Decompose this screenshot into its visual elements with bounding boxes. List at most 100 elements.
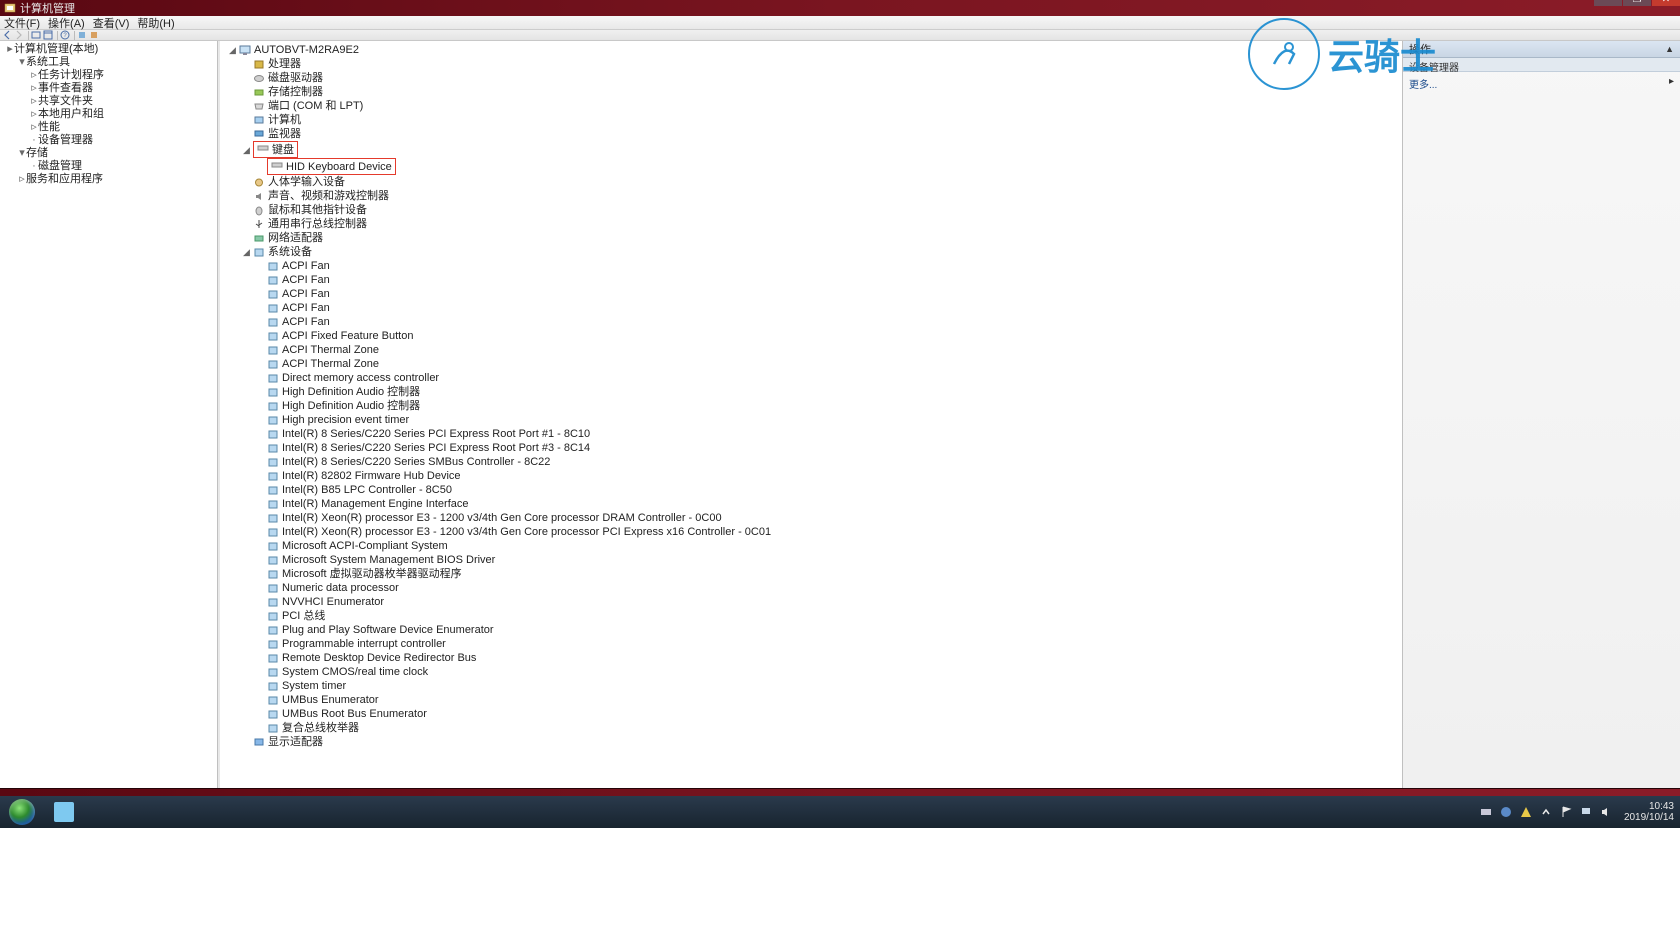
toolbar-icon[interactable] [89, 30, 99, 40]
tree-system-device-item[interactable]: Intel(R) Xeon(R) processor E3 - 1200 v3/… [228, 525, 1402, 539]
tree-system-device-item[interactable]: Intel(R) 8 Series/C220 Series PCI Expres… [228, 427, 1402, 441]
tree-system-device-item[interactable]: Plug and Play Software Device Enumerator [228, 623, 1402, 637]
tree-system-device-item[interactable]: System CMOS/real time clock [228, 665, 1402, 679]
tree-processors[interactable]: 处理器 [228, 57, 1402, 71]
tree-system-device-item[interactable]: Intel(R) 82802 Firmware Hub Device [228, 469, 1402, 483]
tree-system-devices[interactable]: ◢系统设备 [228, 245, 1402, 259]
volume-icon[interactable] [1599, 805, 1613, 819]
tree-system-device-item[interactable]: ACPI Fixed Feature Button [228, 329, 1402, 343]
device-icon [267, 555, 279, 566]
tree-sound[interactable]: 声音、视频和游戏控制器 [228, 189, 1402, 203]
nav-disk-management[interactable]: ·磁盘管理 [0, 160, 217, 173]
menu-help[interactable]: 帮助(H) [137, 15, 174, 31]
tree-hid-devices[interactable]: 人体学输入设备 [228, 175, 1402, 189]
toolbar-icon[interactable] [43, 30, 53, 40]
window-controls: ─ ❐ ✕ [1593, 0, 1680, 6]
tree-mouse[interactable]: 鼠标和其他指针设备 [228, 203, 1402, 217]
tree-system-device-item[interactable]: UMBus Root Bus Enumerator [228, 707, 1402, 721]
tree-system-device-item[interactable]: Numeric data processor [228, 581, 1402, 595]
tree-system-device-item[interactable]: Intel(R) B85 LPC Controller - 8C50 [228, 483, 1402, 497]
tree-system-device-item[interactable]: Remote Desktop Device Redirector Bus [228, 651, 1402, 665]
tree-root[interactable]: ◢AUTOBVT-M2RA9E2 [228, 43, 1402, 57]
network-tray-icon[interactable] [1579, 805, 1593, 819]
nav-storage[interactable]: ▾存储 [0, 147, 217, 160]
tree-system-device-item[interactable]: ACPI Fan [228, 301, 1402, 315]
nav-services[interactable]: ▹服务和应用程序 [0, 173, 217, 186]
tree-system-device-item[interactable]: UMBus Enumerator [228, 693, 1402, 707]
tree-label: AUTOBVT-M2RA9E2 [254, 43, 359, 57]
tree-label: 声音、视频和游戏控制器 [268, 189, 389, 203]
device-icon [267, 597, 279, 608]
tree-system-device-item[interactable]: Programmable interrupt controller [228, 637, 1402, 651]
nav-performance[interactable]: ▹性能 [0, 121, 217, 134]
nav-task-scheduler[interactable]: ▹任务计划程序 [0, 69, 217, 82]
nav-event-viewer[interactable]: ▹事件查看器 [0, 82, 217, 95]
tree-system-device-item[interactable]: Intel(R) Xeon(R) processor E3 - 1200 v3/… [228, 511, 1402, 525]
tray-up-icon[interactable] [1539, 805, 1553, 819]
flag-icon[interactable] [1559, 805, 1573, 819]
tree-label: Plug and Play Software Device Enumerator [282, 623, 494, 637]
tree-system-device-item[interactable]: NVVHCI Enumerator [228, 595, 1402, 609]
nav-local-users[interactable]: ▹本地用户和组 [0, 108, 217, 121]
tray-icon[interactable] [1499, 805, 1513, 819]
tree-system-device-item[interactable]: 复合总线枚举器 [228, 721, 1402, 735]
taskbar-clock[interactable]: 10:43 2019/10/14 [1624, 801, 1674, 823]
tree-label: 网络适配器 [268, 231, 323, 245]
tree-system-device-item[interactable]: Microsoft 虚拟驱动器枚举器驱动程序 [228, 567, 1402, 581]
device-icon [267, 401, 279, 412]
tree-system-device-item[interactable]: ACPI Fan [228, 273, 1402, 287]
toolbar-icon[interactable] [77, 30, 87, 40]
menu-view[interactable]: 查看(V) [93, 15, 130, 31]
tree-system-device-item[interactable]: High precision event timer [228, 413, 1402, 427]
menu-action[interactable]: 操作(A) [48, 15, 85, 31]
nav-back-icon[interactable] [2, 30, 12, 40]
tree-system-device-item[interactable]: High Definition Audio 控制器 [228, 399, 1402, 413]
tree-display-adapters[interactable]: 显示适配器 [228, 735, 1402, 749]
tree-computer[interactable]: 计算机 [228, 113, 1402, 127]
collapse-icon[interactable]: ▲ [1665, 44, 1674, 54]
nav-root[interactable]: ▸计算机管理(本地) [0, 43, 217, 56]
tree-system-device-item[interactable]: High Definition Audio 控制器 [228, 385, 1402, 399]
nav-forward-icon[interactable] [14, 30, 24, 40]
maximize-button[interactable]: ❐ [1623, 0, 1651, 6]
tree-monitors[interactable]: 监视器 [228, 127, 1402, 141]
tree-label: 监视器 [268, 127, 301, 141]
tree-system-device-item[interactable]: Intel(R) 8 Series/C220 Series SMBus Cont… [228, 455, 1402, 469]
tree-label: Numeric data processor [282, 581, 399, 595]
nav-system-tools[interactable]: ▾系统工具 [0, 56, 217, 69]
menu-file[interactable]: 文件(F) [4, 15, 40, 31]
toolbar-icon[interactable] [31, 30, 41, 40]
close-button[interactable]: ✕ [1652, 0, 1680, 6]
tree-keyboards[interactable]: ◢键盘 [228, 141, 1402, 158]
tree-hid-keyboard[interactable]: HID Keyboard Device [228, 158, 1402, 175]
taskbar-pinned-app[interactable] [44, 798, 84, 826]
tree-storage-controllers[interactable]: 存储控制器 [228, 85, 1402, 99]
nav-device-manager[interactable]: ·设备管理器 [0, 134, 217, 147]
tree-system-device-item[interactable]: System timer [228, 679, 1402, 693]
help-icon[interactable]: ? [60, 30, 70, 40]
tray-icon[interactable] [1479, 805, 1493, 819]
nav-label: 系统工具 [26, 56, 70, 68]
tree-system-device-item[interactable]: Intel(R) Management Engine Interface [228, 497, 1402, 511]
tree-system-device-item[interactable]: Microsoft ACPI-Compliant System [228, 539, 1402, 553]
nav-shared-folders[interactable]: ▹共享文件夹 [0, 95, 217, 108]
tree-network[interactable]: 网络适配器 [228, 231, 1402, 245]
tree-system-device-item[interactable]: ACPI Thermal Zone [228, 343, 1402, 357]
tree-system-device-item[interactable]: ACPI Fan [228, 315, 1402, 329]
tree-system-device-item[interactable]: Microsoft System Management BIOS Driver [228, 553, 1402, 567]
tree-system-device-item[interactable]: ACPI Fan [228, 259, 1402, 273]
tree-system-device-item[interactable]: PCI 总线 [228, 609, 1402, 623]
more-actions-link[interactable]: 更多... [1409, 80, 1437, 91]
tree-system-device-item[interactable]: Direct memory access controller [228, 371, 1402, 385]
tree-ports[interactable]: 端口 (COM 和 LPT) [228, 99, 1402, 113]
minimize-button[interactable]: ─ [1594, 0, 1622, 6]
tree-system-device-item[interactable]: ACPI Thermal Zone [228, 357, 1402, 371]
tree-label: 计算机 [268, 113, 301, 127]
tree-system-device-item[interactable]: Intel(R) 8 Series/C220 Series PCI Expres… [228, 441, 1402, 455]
start-button[interactable] [2, 797, 42, 827]
tree-disk-drives[interactable]: 磁盘驱动器 [228, 71, 1402, 85]
tree-system-device-item[interactable]: ACPI Fan [228, 287, 1402, 301]
tree-usb[interactable]: 通用串行总线控制器 [228, 217, 1402, 231]
tree-label: 端口 (COM 和 LPT) [268, 99, 363, 113]
tray-icon[interactable] [1519, 805, 1533, 819]
